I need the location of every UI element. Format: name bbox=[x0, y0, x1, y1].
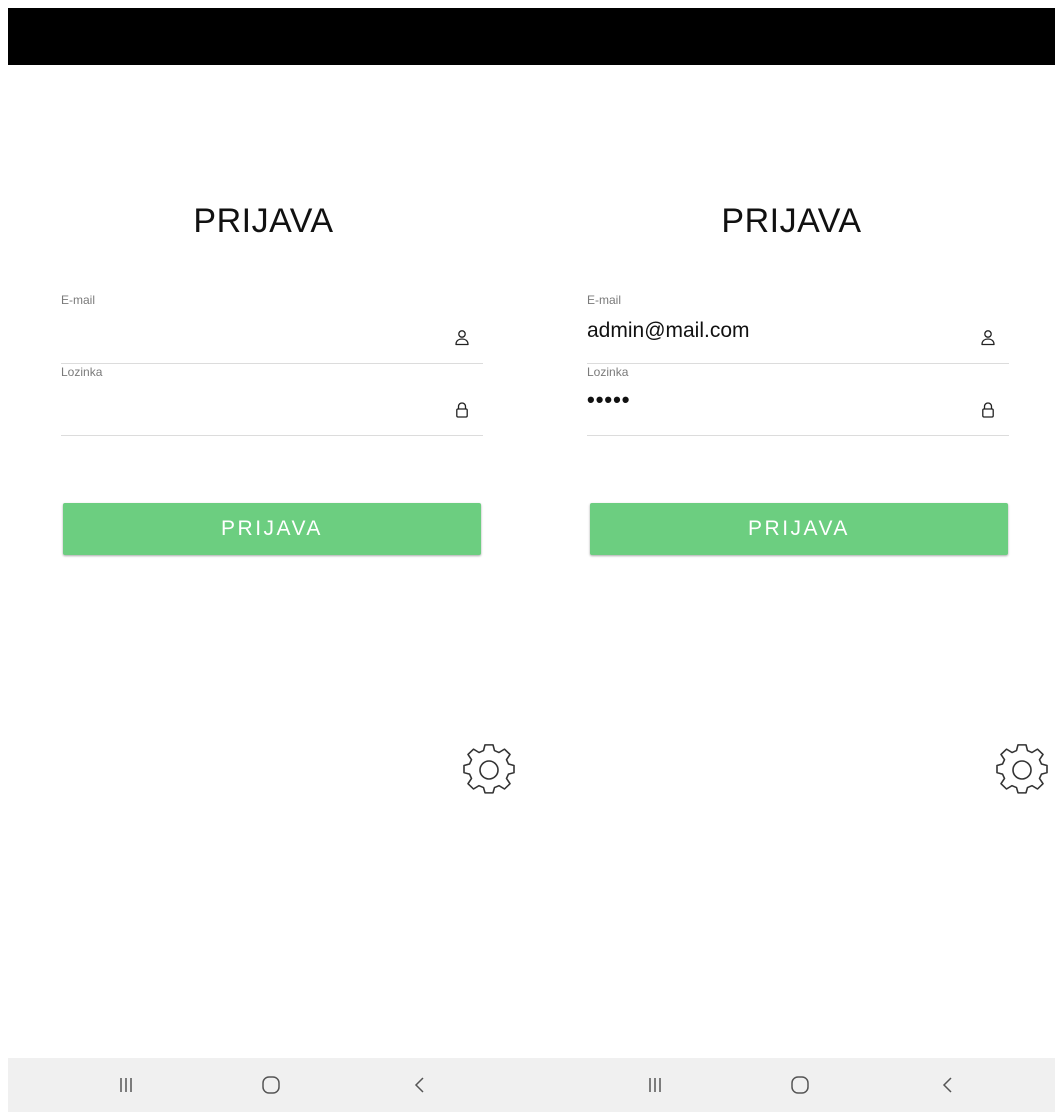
email-input[interactable]: admin@mail.com bbox=[587, 319, 947, 343]
email-label: E-mail bbox=[587, 293, 622, 307]
page-title: PRIJAVA bbox=[721, 202, 862, 240]
gear-icon[interactable] bbox=[995, 743, 1049, 797]
back-icon[interactable] bbox=[933, 1070, 963, 1100]
status-bar bbox=[8, 8, 1055, 65]
lock-icon bbox=[456, 402, 468, 418]
recent-apps-icon[interactable] bbox=[640, 1070, 670, 1100]
recent-apps-icon[interactable] bbox=[111, 1070, 141, 1100]
password-label: Lozinka bbox=[61, 365, 103, 379]
login-button[interactable]: PRIJAVA bbox=[63, 503, 481, 555]
system-nav-bar bbox=[8, 1058, 1055, 1112]
screenshot-composite: PRIJAVA E-mail Lozinka PRIJAVA PRIJAVA E… bbox=[0, 0, 1055, 1112]
password-field[interactable]: Lozinka ••••• bbox=[587, 365, 1009, 436]
home-icon[interactable] bbox=[256, 1070, 286, 1100]
email-label: E-mail bbox=[61, 293, 96, 307]
user-icon bbox=[455, 330, 469, 346]
email-field[interactable]: E-mail admin@mail.com bbox=[587, 293, 1009, 364]
password-input[interactable]: ••••• bbox=[587, 387, 947, 413]
user-icon bbox=[981, 330, 995, 346]
page-title: PRIJAVA bbox=[193, 202, 334, 240]
lock-icon bbox=[982, 402, 994, 418]
login-screen-filled: PRIJAVA E-mail admin@mail.com Lozinka ••… bbox=[528, 65, 1055, 1112]
login-screen-empty: PRIJAVA E-mail Lozinka PRIJAVA bbox=[0, 65, 527, 1112]
login-button[interactable]: PRIJAVA bbox=[590, 503, 1008, 555]
password-label: Lozinka bbox=[587, 365, 629, 379]
email-field[interactable]: E-mail bbox=[61, 293, 483, 364]
back-icon[interactable] bbox=[405, 1070, 435, 1100]
gear-icon[interactable] bbox=[462, 743, 516, 797]
password-field[interactable]: Lozinka bbox=[61, 365, 483, 436]
home-icon[interactable] bbox=[785, 1070, 815, 1100]
